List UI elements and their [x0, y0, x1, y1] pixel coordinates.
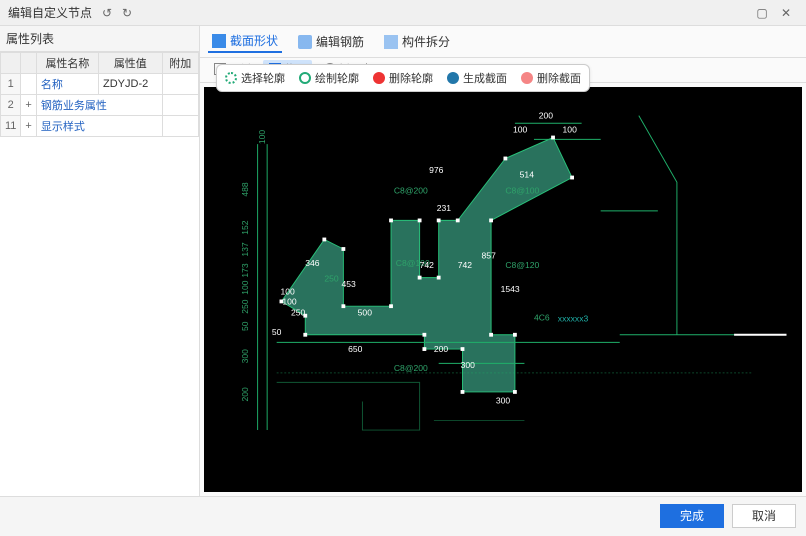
- dim: 650: [348, 344, 363, 354]
- generate-section-button[interactable]: 生成截面: [445, 69, 509, 87]
- rebar-label: 4C6: [534, 312, 550, 322]
- prop-name: 显示样式: [36, 116, 162, 137]
- btn-label: 选择轮廓: [241, 70, 285, 86]
- main-area: 属性列表 属性名称 属性值 附加 1 名称 ZDYJD-2 2 + 钢筋业务属性: [0, 26, 806, 496]
- expand-icon[interactable]: +: [21, 116, 36, 137]
- select-contour-button[interactable]: 选择轮廓: [223, 69, 287, 87]
- btn-label: 绘制轮廓: [315, 70, 359, 86]
- contour-toolbar: 选择轮廓 绘制轮廓 删除轮廓 生成截面 删除截面: [216, 64, 590, 92]
- dim: 200: [240, 387, 250, 402]
- expand-icon[interactable]: +: [21, 95, 36, 116]
- dim: 137: [240, 242, 250, 257]
- ok-button[interactable]: 完成: [660, 504, 724, 528]
- main-tabs: 截面形状 编辑钢筋 构件拆分: [200, 26, 806, 58]
- property-row[interactable]: 1 名称 ZDYJD-2: [1, 74, 199, 95]
- delete-icon: [373, 72, 385, 84]
- prop-name: 名称: [36, 74, 98, 95]
- property-panel: 属性列表 属性名称 属性值 附加 1 名称 ZDYJD-2 2 + 钢筋业务属性: [0, 26, 200, 496]
- property-header-row: 属性名称 属性值 附加: [1, 53, 199, 74]
- cad-canvas[interactable]: 200 100 100 976 514 C8@200 C8@100 231 34…: [204, 87, 802, 492]
- dim: 976: [429, 165, 444, 175]
- undo-icon[interactable]: ↺: [100, 6, 114, 20]
- dim: 742: [420, 260, 435, 270]
- title-bar: 编辑自定义节点 ↺ ↻ ▢ ✕: [0, 0, 806, 26]
- dim: 250: [324, 273, 339, 283]
- btn-label: 删除截面: [537, 70, 581, 86]
- prop-value[interactable]: ZDYJD-2: [99, 74, 163, 95]
- dim: 300: [240, 349, 250, 364]
- property-row[interactable]: 2 + 钢筋业务属性: [1, 95, 199, 116]
- editor-area: 截面形状 编辑钢筋 构件拆分 图纸 截面 插入点: [200, 26, 806, 496]
- redo-icon[interactable]: ↻: [120, 6, 134, 20]
- dim: 1543: [501, 284, 520, 294]
- draw-contour-button[interactable]: 绘制轮廓: [297, 69, 361, 87]
- dim: 152: [240, 220, 250, 235]
- col-value: 属性值: [99, 53, 163, 74]
- dim: 50: [272, 327, 282, 337]
- btn-label: 完成: [680, 507, 704, 524]
- close-button[interactable]: ✕: [774, 3, 798, 23]
- dim: 250: [240, 299, 250, 314]
- dim: 300: [496, 395, 511, 405]
- btn-label: 生成截面: [463, 70, 507, 86]
- property-table: 属性名称 属性值 附加 1 名称 ZDYJD-2 2 + 钢筋业务属性 11 +…: [0, 52, 199, 137]
- tab-label: 截面形状: [230, 32, 278, 49]
- cad-svg: 200 100 100 976 514 C8@200 C8@100 231 34…: [204, 87, 802, 492]
- dim: 100: [563, 125, 578, 135]
- property-panel-title: 属性列表: [0, 26, 199, 52]
- cancel-button[interactable]: 取消: [732, 504, 796, 528]
- dim: 857: [482, 251, 497, 261]
- dim: 250: [291, 308, 306, 318]
- dim: 346: [305, 258, 320, 268]
- btn-label: 删除轮廓: [389, 70, 433, 86]
- dim: 100: [513, 125, 528, 135]
- split-icon: [384, 35, 398, 49]
- dim: 488: [240, 182, 250, 197]
- tab-edit-rebar[interactable]: 编辑钢筋: [294, 31, 368, 52]
- rebar-label: C8@200: [394, 186, 428, 196]
- tab-label: 编辑钢筋: [316, 33, 364, 50]
- rebar-label: C8@200: [394, 363, 428, 373]
- expand-icon[interactable]: [21, 74, 36, 95]
- section-shape-icon: [212, 34, 226, 48]
- col-name: 属性名称: [36, 53, 98, 74]
- dim: 453: [341, 279, 356, 289]
- tab-label: 构件拆分: [402, 33, 450, 50]
- tab-split[interactable]: 构件拆分: [380, 31, 454, 52]
- rebar-label: xxxxxx3: [558, 313, 589, 323]
- dim: 742: [458, 260, 473, 270]
- btn-label: 取消: [752, 507, 776, 524]
- dim: 200: [434, 344, 449, 354]
- delete-section-icon: [521, 72, 533, 84]
- rebar-label: C8@120: [505, 260, 539, 270]
- delete-section-button[interactable]: 删除截面: [519, 69, 583, 87]
- dim: 50: [240, 321, 250, 331]
- select-icon: [225, 72, 237, 84]
- dim: 300: [461, 360, 476, 370]
- window-title: 编辑自定义节点: [8, 4, 92, 21]
- dim: 514: [520, 170, 535, 180]
- dim: 100: [282, 296, 297, 306]
- dim: 100: [240, 280, 250, 295]
- dim: 500: [358, 308, 373, 318]
- property-row[interactable]: 11 + 显示样式: [1, 116, 199, 137]
- delete-contour-button[interactable]: 删除轮廓: [371, 69, 435, 87]
- col-extra: 附加: [162, 53, 198, 74]
- rebar-label: C8@100: [505, 186, 539, 196]
- dialog-footer: 完成 取消: [0, 496, 806, 534]
- draw-icon: [299, 72, 311, 84]
- dim: 231: [437, 203, 452, 213]
- dim: 200: [539, 110, 554, 120]
- dim: 100: [257, 130, 267, 145]
- dim: 100: [280, 287, 295, 297]
- rebar-icon: [298, 35, 312, 49]
- tab-section-shape[interactable]: 截面形状: [208, 30, 282, 53]
- generate-icon: [447, 72, 459, 84]
- prop-name: 钢筋业务属性: [36, 95, 162, 116]
- minimize-button[interactable]: ▢: [750, 3, 774, 23]
- dim: 173: [240, 263, 250, 278]
